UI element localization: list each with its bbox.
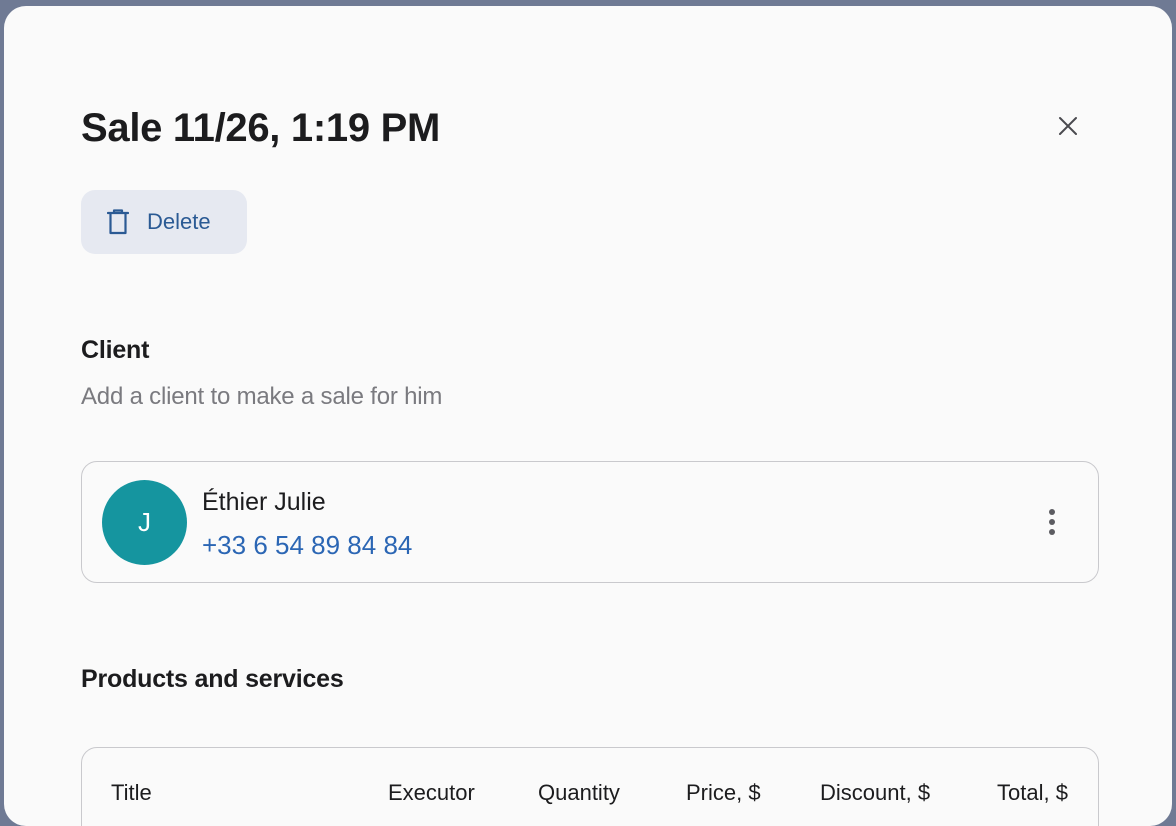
client-section-subtitle: Add a client to make a sale for him: [81, 383, 443, 410]
column-header-quantity[interactable]: Quantity: [538, 780, 620, 806]
more-vertical-icon: [1049, 509, 1055, 515]
trash-icon: [107, 209, 129, 235]
avatar: J: [102, 480, 187, 565]
close-icon: [1059, 117, 1077, 135]
client-more-button[interactable]: [1032, 500, 1072, 544]
close-button[interactable]: [1048, 106, 1088, 146]
column-header-title[interactable]: Title: [111, 780, 152, 806]
client-section-title: Client: [81, 336, 150, 364]
delete-button[interactable]: Delete: [81, 190, 247, 254]
delete-button-label: Delete: [147, 209, 211, 234]
column-header-price[interactable]: Price, $: [686, 780, 761, 806]
avatar-initial: J: [138, 507, 151, 537]
page-title: Sale 11/26, 1:19 PM: [81, 106, 440, 150]
column-header-total[interactable]: Total, $: [997, 780, 1068, 806]
client-phone-link[interactable]: +33 6 54 89 84 84: [202, 530, 412, 561]
sale-dialog: Sale 11/26, 1:19 PM Delete Client Add a …: [4, 6, 1172, 826]
client-name: Éthier Julie: [202, 488, 326, 516]
client-card[interactable]: J Éthier Julie +33 6 54 89 84 84: [81, 461, 1099, 583]
column-header-discount[interactable]: Discount, $: [820, 780, 930, 806]
column-header-executor[interactable]: Executor: [388, 780, 475, 806]
products-section-title: Products and services: [81, 665, 344, 693]
products-table: Title Executor Quantity Price, $ Discoun…: [81, 747, 1099, 826]
